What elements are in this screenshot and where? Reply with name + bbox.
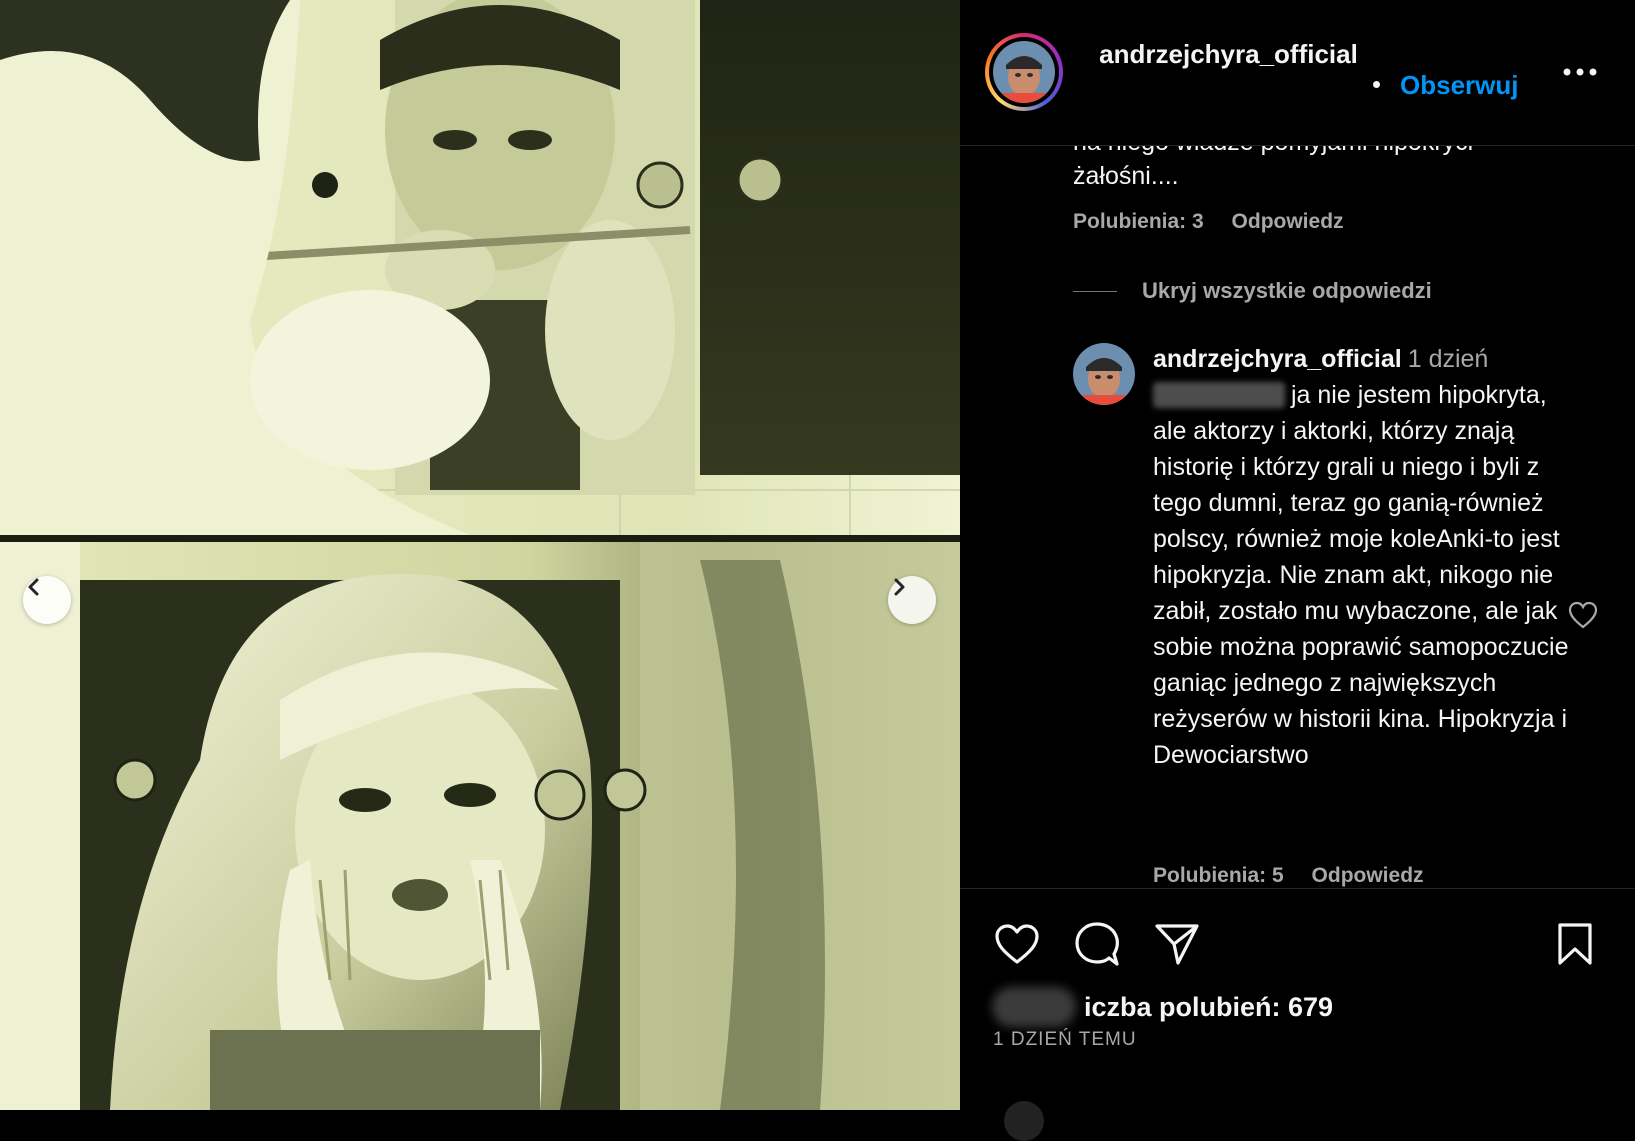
reply-username[interactable]: andrzejchyra_official	[1153, 345, 1402, 373]
like-button[interactable]	[992, 919, 1042, 969]
post-photo	[0, 0, 960, 1110]
share-button[interactable]	[1152, 919, 1202, 969]
comment-icon	[1075, 922, 1119, 966]
comments-list[interactable]: na niego władze pomyjami hipokryci żałoś…	[960, 146, 1635, 888]
header-username[interactable]: andrzejchyra_official	[1091, 36, 1366, 73]
heart-icon	[995, 924, 1039, 964]
story-ring[interactable]	[985, 33, 1063, 111]
divider-line	[1073, 290, 1117, 292]
reply-reply-button[interactable]: Odpowiedz	[1312, 864, 1424, 887]
comment-reply-button[interactable]: Odpowiedz	[1232, 210, 1344, 233]
hide-replies-button[interactable]: Ukryj wszystkie odpowiedzi	[1073, 278, 1432, 304]
reply-avatar[interactable]	[1073, 343, 1135, 405]
avatar	[993, 41, 1055, 103]
comment-clipped-text: na niego władze pomyjami hipokryci	[1073, 146, 1473, 157]
reply-likes-count[interactable]: Polubienia: 5	[1153, 864, 1284, 887]
previous-photo-button[interactable]	[23, 576, 71, 624]
reply-meta: Polubienia: 5 Odpowiedz	[1153, 864, 1424, 888]
photo-collage	[0, 0, 960, 1110]
more-horizontal-icon	[1563, 68, 1597, 76]
blurred-mention	[1153, 382, 1285, 408]
send-icon	[1155, 924, 1199, 965]
bookmark-icon	[1558, 923, 1592, 965]
next-photo-button[interactable]	[888, 576, 936, 624]
avatar	[1073, 343, 1135, 405]
comment-text: żałośni....	[1073, 162, 1179, 190]
separator-dot	[1373, 81, 1380, 88]
like-reply-button[interactable]	[1568, 601, 1598, 634]
reply-text: ja nie jestem hipokryta, ale aktorzy i a…	[1153, 381, 1569, 769]
post-panel: andrzejchyra_official Obserwuj na niego …	[960, 0, 1635, 1141]
comment-likes-count[interactable]: Polubienia: 3	[1073, 210, 1204, 233]
follow-button[interactable]: Obserwuj	[1400, 70, 1518, 101]
action-bar: iczba polubień: 679 1 DZIEŃ TEMU	[960, 888, 1635, 1141]
hide-replies-label: Ukryj wszystkie odpowiedzi	[1142, 278, 1432, 303]
comment-button[interactable]	[1072, 919, 1122, 969]
comment-meta: Polubienia: 3 Odpowiedz	[1073, 210, 1344, 234]
chevron-right-icon	[894, 578, 905, 596]
avatar	[1004, 1101, 1044, 1141]
likes-row: iczba polubień: 679	[992, 987, 1333, 1027]
blurred-avatars	[992, 987, 1076, 1027]
post-header: andrzejchyra_official Obserwuj	[960, 0, 1635, 146]
more-options-button[interactable]	[1560, 52, 1600, 92]
likes-count[interactable]: iczba polubień: 679	[1084, 992, 1333, 1023]
reply-comment: andrzejchyra_official 1 dzień ja nie jest…	[1153, 341, 1573, 773]
post-date[interactable]: 1 DZIEŃ TEMU	[993, 1029, 1137, 1051]
heart-icon	[1568, 601, 1598, 629]
reply-timestamp[interactable]: 1 dzień	[1408, 345, 1489, 373]
save-button[interactable]	[1550, 919, 1600, 969]
chevron-left-icon	[28, 578, 39, 596]
